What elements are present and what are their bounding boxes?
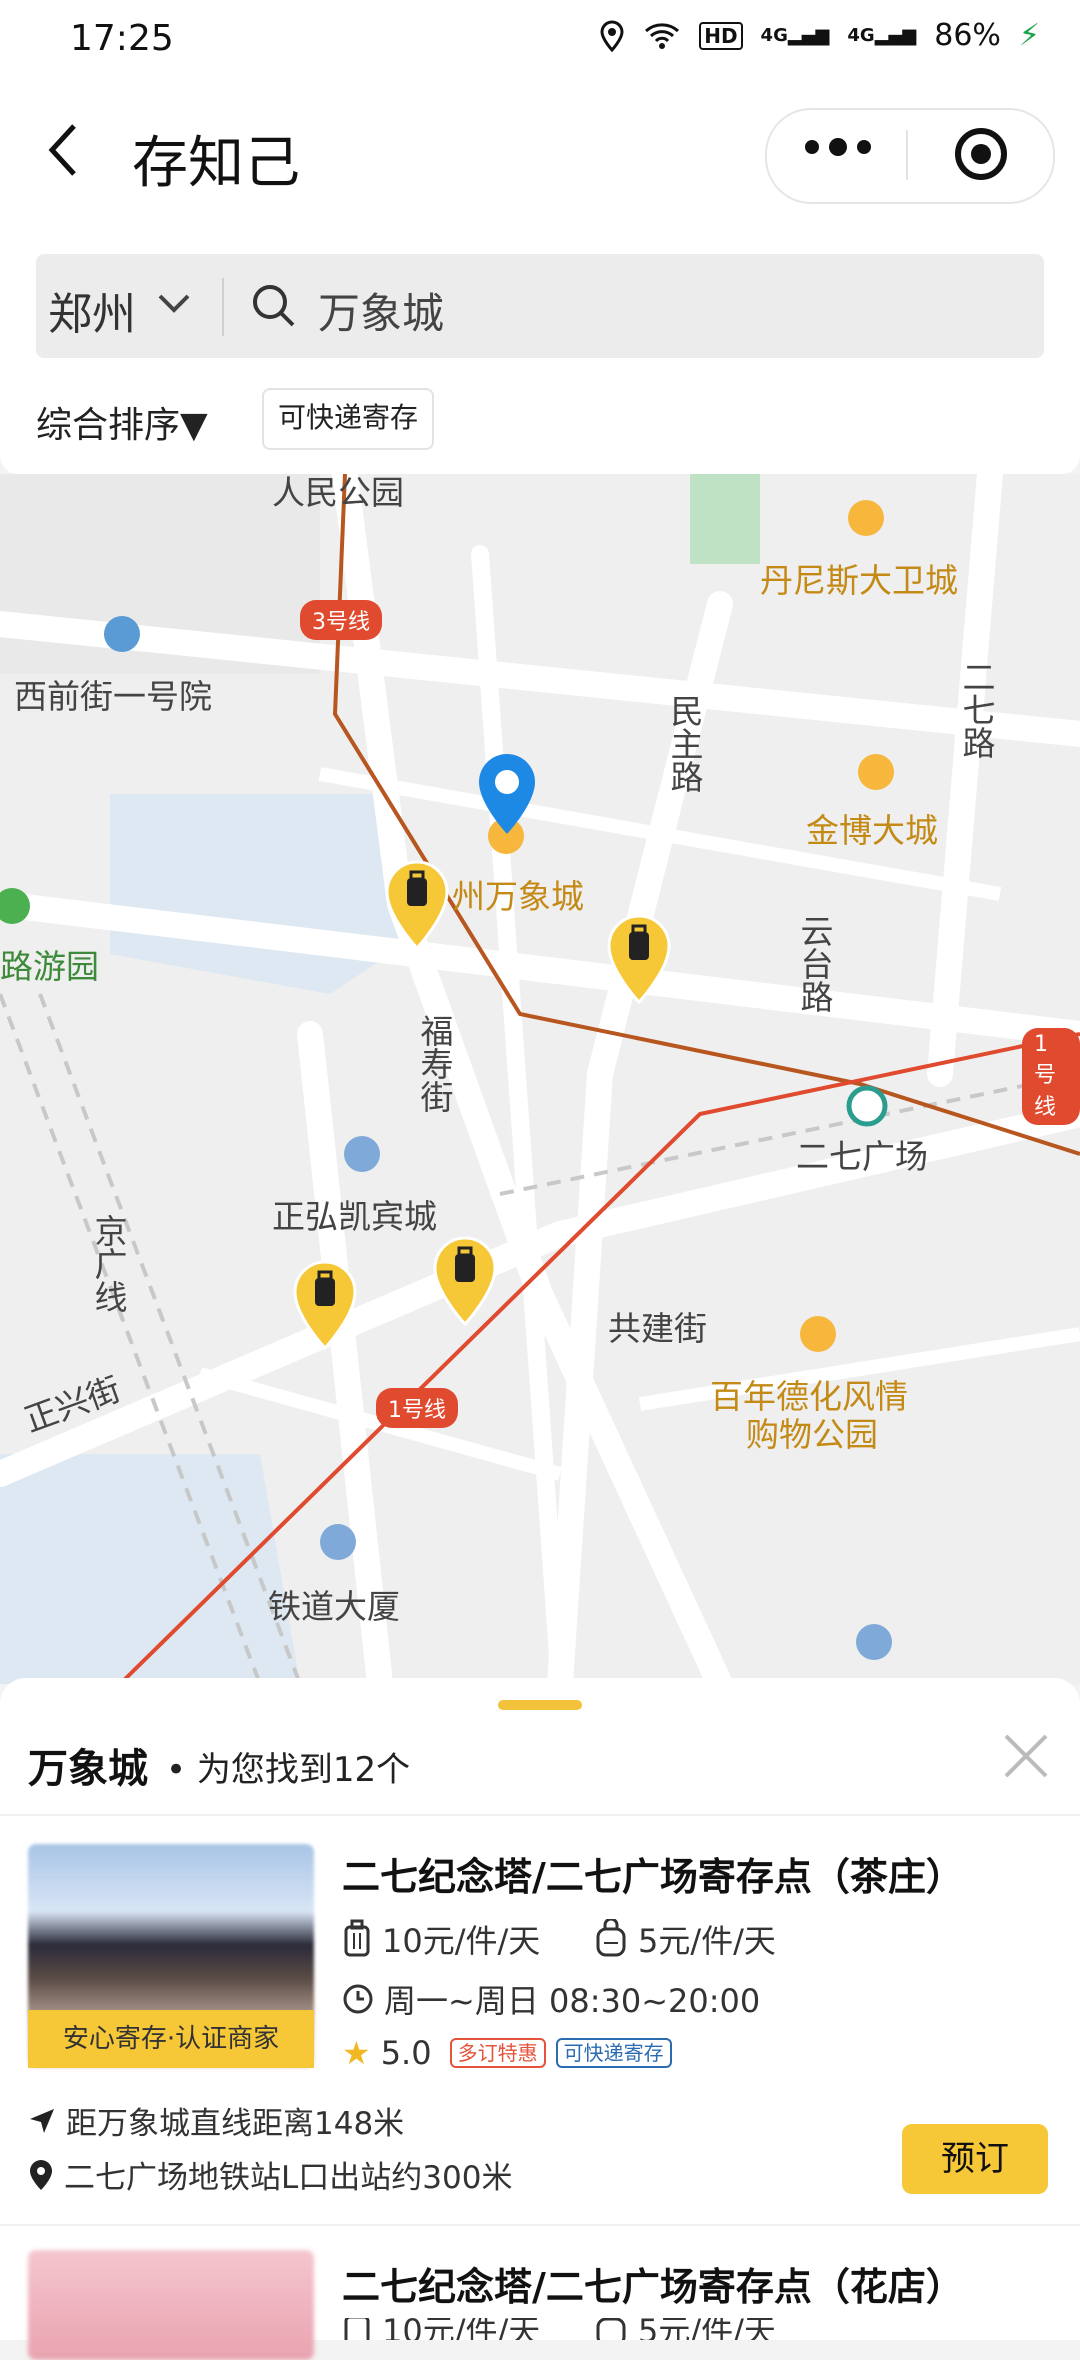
wifi-icon	[645, 22, 680, 49]
charging-icon: ⚡	[1018, 18, 1040, 53]
sort-dropdown[interactable]: 综合排序▼	[36, 396, 208, 448]
metro-line-3-badge: 3号线	[300, 600, 382, 640]
map-label-zhenghong: 正弘凯宾城	[272, 1197, 437, 1236]
map-label-xiqian: 西前街一号院	[14, 677, 212, 716]
star-icon: ★	[342, 2034, 371, 2072]
search-divider	[222, 278, 224, 336]
bag-price-row: 5元/件/天	[594, 1916, 776, 1962]
more-icon[interactable]	[805, 138, 871, 156]
map-label-jingguang: 京广线	[89, 1214, 128, 1313]
divider	[0, 1814, 1080, 1816]
rating-score: 5.0	[380, 2034, 432, 2072]
store-name[interactable]: 二七纪念塔/二七广场寄存点（花店）	[342, 2256, 964, 2311]
navigation-arrow-icon	[30, 2108, 54, 2133]
distance-text: 距万象城直线距离148米	[66, 2106, 405, 2142]
divider	[0, 2224, 1080, 2226]
suitcase-icon	[344, 2318, 370, 2340]
metro-line-1-badge: 1号线	[376, 1388, 458, 1428]
luggage-price: 10元/件/天	[382, 1922, 541, 1960]
map-label-luyou: 路游园	[0, 947, 99, 986]
distance-row: 距万象城直线距离148米	[28, 2098, 404, 2143]
location-icon	[30, 2159, 52, 2190]
map-label-erqi-square: 二七广场	[796, 1137, 928, 1176]
hd-icon: HD	[699, 21, 743, 50]
results-count: • 为您找到12个	[166, 1750, 411, 1790]
hours-row: 周一~周日 08:30~20:00	[342, 1976, 760, 2022]
express-tag: 可快递寄存	[555, 2038, 672, 2068]
storage-pin-icon[interactable]	[292, 1260, 358, 1352]
location-icon	[600, 19, 624, 52]
address-row: 二七广场地铁站L口出站约300米	[28, 2152, 512, 2197]
luggage-price: 10元/件/天	[382, 2318, 541, 2340]
storage-pin-icon[interactable]	[432, 1236, 498, 1328]
storage-pin-icon[interactable]	[384, 860, 450, 952]
close-icon[interactable]	[998, 1728, 1054, 1784]
storage-pin-icon[interactable]	[606, 914, 672, 1006]
search-input[interactable]: 万象城	[318, 280, 444, 341]
backpack-icon	[596, 1919, 626, 1957]
capsule-divider	[906, 130, 908, 180]
map-label-tiedao: 铁道大厦	[268, 1587, 400, 1626]
luggage-price-row: 10元/件/天	[342, 2318, 540, 2340]
status-time: 17:25	[70, 18, 174, 59]
map-label-bainian-2: 购物公园	[746, 1415, 878, 1454]
search-icon	[253, 285, 295, 327]
results-keyword: 万象城	[28, 1746, 148, 1792]
store-name[interactable]: 二七纪念塔/二七广场寄存点（茶庄）	[342, 1846, 964, 1901]
map-label-wanxiang: 州万象城	[452, 877, 584, 916]
status-icons: HD 4G▂▄▆ 4G▂▄▆ 86% ⚡	[599, 18, 1040, 53]
signal-icon-2: 4G▂▄▆	[847, 25, 917, 46]
rating-row: ★ 5.0 多订特惠 可快递寄存	[342, 2034, 672, 2072]
clock-icon	[343, 1984, 373, 2014]
chevron-down-icon[interactable]	[156, 286, 192, 322]
store-photo[interactable]	[28, 2250, 314, 2360]
signal-icon-1: 4G▂▄▆	[760, 25, 830, 46]
map-view[interactable]: 人民公园 丹尼斯大卫城 西前街一号院 民主路 二七路 金博大城 州万象城 路游园…	[0, 474, 1080, 1684]
backpack-icon	[596, 2318, 626, 2340]
sheet-drag-handle[interactable]	[498, 1700, 582, 1710]
luggage-price-row: 10元/件/天	[342, 1916, 540, 1962]
map-label-minzhu: 民主路	[665, 694, 704, 793]
bag-price: 5元/件/天	[638, 1922, 776, 1960]
book-button[interactable]: 预订	[902, 2124, 1048, 2194]
current-location-pin-icon[interactable]	[476, 752, 538, 836]
mini-program-capsule	[765, 108, 1055, 204]
map-label-yuntai: 云台路	[795, 914, 834, 1013]
certified-badge: 安心寄存·认证商家	[28, 2010, 314, 2068]
opening-hours: 周一~周日 08:30~20:00	[384, 1982, 761, 2020]
suitcase-icon	[344, 1919, 370, 1957]
promo-tag: 多订特惠	[449, 2038, 546, 2068]
express-storage-filter[interactable]: 可快递寄存	[262, 388, 435, 450]
page-title: 存知己	[132, 131, 300, 196]
bag-price: 5元/件/天	[638, 2318, 776, 2340]
map-canvas	[0, 474, 1080, 1684]
bag-price-row: 5元/件/天	[594, 2318, 776, 2340]
map-label-erqi-road: 二七路	[957, 660, 996, 759]
map-label-fushou: 福寿街	[415, 1014, 454, 1113]
close-mini-program-dot	[971, 144, 991, 164]
map-label-jinbo: 金博大城	[806, 811, 938, 850]
map-label-gongjian: 共建街	[608, 1309, 707, 1348]
metro-line-1-badge-2: 1号线	[1022, 1028, 1080, 1125]
back-arrow-icon[interactable]	[44, 120, 84, 180]
map-label-park: 人民公园	[272, 474, 404, 512]
map-label-dennis: 丹尼斯大卫城	[760, 561, 958, 600]
city-selector[interactable]: 郑州	[48, 278, 136, 342]
battery-level: 86%	[934, 18, 1001, 53]
address-text: 二七广场地铁站L口出站约300米	[64, 2160, 513, 2196]
